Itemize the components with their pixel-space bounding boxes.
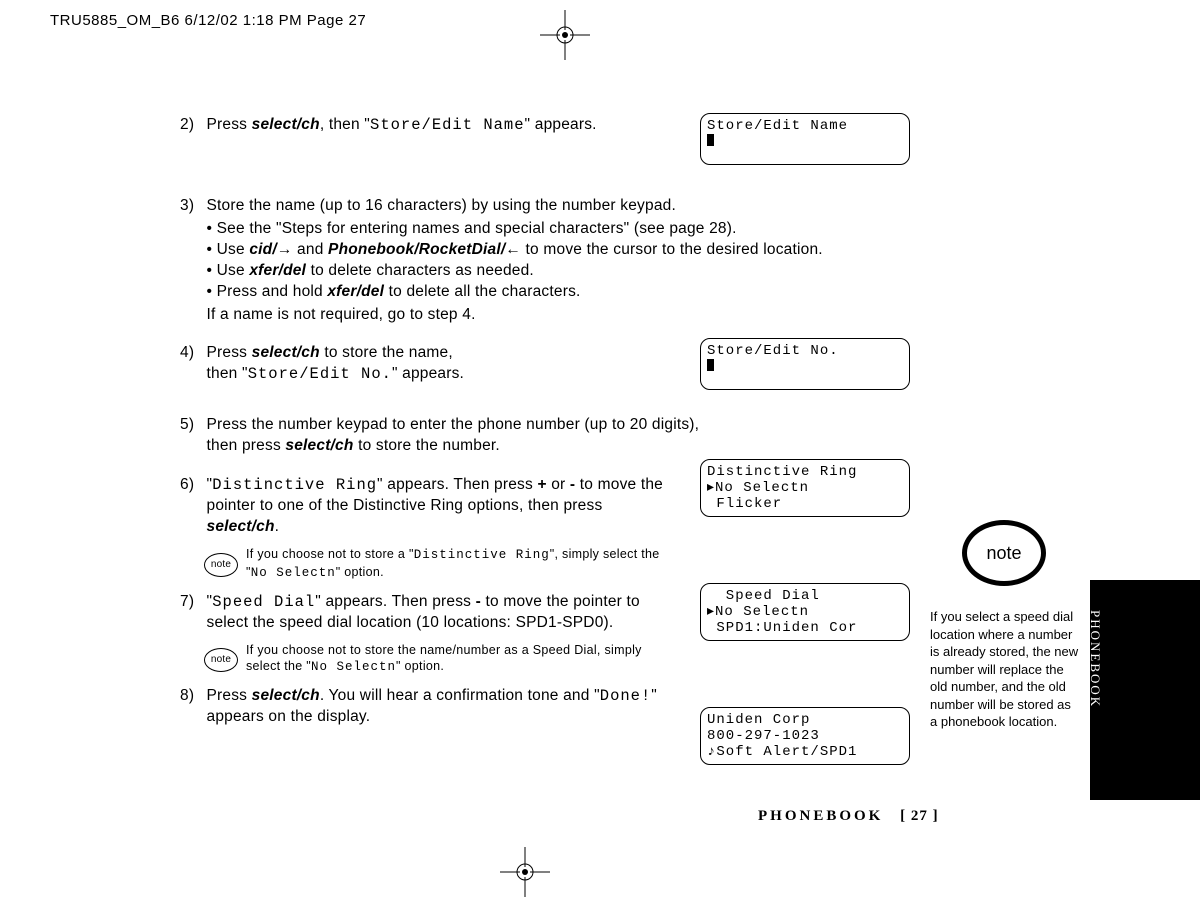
text: or <box>547 476 570 493</box>
lcd-line: Store/Edit Name <box>707 118 903 134</box>
text: " appears. Then press <box>315 593 475 610</box>
lcd-line: ▸No Selectn <box>707 604 903 620</box>
crop-mark-top <box>540 10 590 60</box>
footer-section: PHONEBOOK <box>758 808 883 824</box>
tab-label: PHONEBOOK <box>1087 610 1103 708</box>
note-icon: note <box>202 549 240 579</box>
text: • Use <box>207 262 250 279</box>
lcd-line: ▸No Selectn <box>707 480 903 496</box>
note-icon-large: note <box>962 520 1048 590</box>
text: Press the number keypad to enter the pho… <box>207 416 700 433</box>
text: , then " <box>320 116 370 133</box>
text: Press <box>207 116 252 133</box>
text: " appears. <box>525 116 597 133</box>
note-speed-dial: note If you choose not to store the name… <box>202 642 910 677</box>
text: " option. <box>336 565 384 579</box>
arrow-right-icon: → <box>277 241 293 258</box>
key-phonebook: Phonebook/RocketDial/ <box>328 241 505 258</box>
crop-mark-bottom <box>500 847 550 897</box>
lcd-line: Store/Edit No. <box>707 343 903 359</box>
content-column: 2) Press select/ch, then "Store/Edit Nam… <box>180 115 910 746</box>
text: " option. <box>396 659 444 673</box>
note-label: note <box>204 648 238 672</box>
text: to delete all the characters. <box>384 283 580 300</box>
lcd-text: Speed Dial <box>212 593 315 611</box>
key-select-ch: select/ch <box>207 518 275 535</box>
text: to move the cursor to the desired locati… <box>521 241 823 258</box>
lcd-line: SPD1:Uniden Cor <box>707 620 903 636</box>
note-icon: note <box>202 644 240 674</box>
key-xfer-del: xfer/del <box>249 262 306 279</box>
side-note-text: If you select a speed dial location wher… <box>930 608 1080 731</box>
key-xfer-del: xfer/del <box>327 283 384 300</box>
lcd-line: Speed Dial <box>707 588 903 604</box>
cursor-icon <box>707 134 714 146</box>
text: Store the name (up to 16 characters) by … <box>207 197 676 214</box>
note-distinctive-ring: note If you choose not to store a "Disti… <box>202 546 910 582</box>
lcd-text: Distinctive Ring <box>414 548 550 562</box>
note-label: note <box>962 520 1046 586</box>
lcd-box-speed-dial: Speed Dial ▸No Selectn SPD1:Uniden Cor <box>700 583 910 641</box>
lcd-text: Store/Edit No. <box>248 365 392 383</box>
lcd-text: Done! <box>600 687 652 705</box>
lcd-box-done: Uniden Corp 800-297-1023 ♪Soft Alert/SPD… <box>700 707 910 765</box>
step-5: 5) Press the number keypad to enter the … <box>180 415 910 457</box>
text: " appears. Then press <box>377 476 537 493</box>
page-footer: PHONEBOOK [ 27 ] <box>758 808 939 825</box>
text: to delete characters as needed. <box>306 262 534 279</box>
text: If you choose not to store a " <box>246 547 414 561</box>
text: • Press and hold <box>207 283 328 300</box>
text: then " <box>207 365 248 382</box>
text: If a name is not required, go to step 4. <box>207 306 476 323</box>
text: and <box>293 241 328 258</box>
bullet: • See the "Steps for entering names and … <box>207 219 907 240</box>
key-select-ch: select/ch <box>285 437 353 454</box>
cursor-icon <box>707 359 714 371</box>
text: Press <box>207 344 252 361</box>
section-tab: PHONEBOOK <box>1090 580 1200 800</box>
lcd-line: ♪Soft Alert/SPD1 <box>707 744 903 760</box>
lcd-text: Distinctive Ring <box>212 476 377 494</box>
text: . <box>275 518 280 535</box>
key-select-ch: select/ch <box>252 344 320 361</box>
text: then press <box>207 437 286 454</box>
step-3: 3) Store the name (up to 16 characters) … <box>180 196 910 326</box>
lcd-line: Flicker <box>707 496 903 512</box>
lcd-line: Uniden Corp <box>707 712 903 728</box>
text: • Use <box>207 241 250 258</box>
note-label: note <box>204 553 238 577</box>
lcd-box-store-edit-name: Store/Edit Name <box>700 113 910 165</box>
lcd-box-store-edit-no: Store/Edit No. <box>700 338 910 390</box>
text: . You will hear a confirmation tone and … <box>320 687 600 704</box>
text: Press <box>207 687 252 704</box>
lcd-line: 800-297-1023 <box>707 728 903 744</box>
text: to store the name, <box>320 344 453 361</box>
lcd-text: No Selectn <box>311 660 396 674</box>
text: " appears. <box>392 365 464 382</box>
lcd-text: Store/Edit Name <box>370 116 525 134</box>
key-select-ch: select/ch <box>252 116 320 133</box>
plus-key: + <box>537 476 546 493</box>
impress-header: TRU5885_OM_B6 6/12/02 1:18 PM Page 27 <box>50 12 366 29</box>
text: to store the number. <box>354 437 500 454</box>
side-note-column: note If you select a speed dial location… <box>930 520 1080 731</box>
page-number: [ 27 ] <box>900 808 939 824</box>
key-cid: cid/ <box>249 241 277 258</box>
key-select-ch: select/ch <box>252 687 320 704</box>
arrow-left-icon: ← <box>505 241 521 258</box>
lcd-line: Distinctive Ring <box>707 464 903 480</box>
lcd-text: No Selectn <box>251 566 336 580</box>
lcd-box-distinctive-ring: Distinctive Ring ▸No Selectn Flicker <box>700 459 910 517</box>
